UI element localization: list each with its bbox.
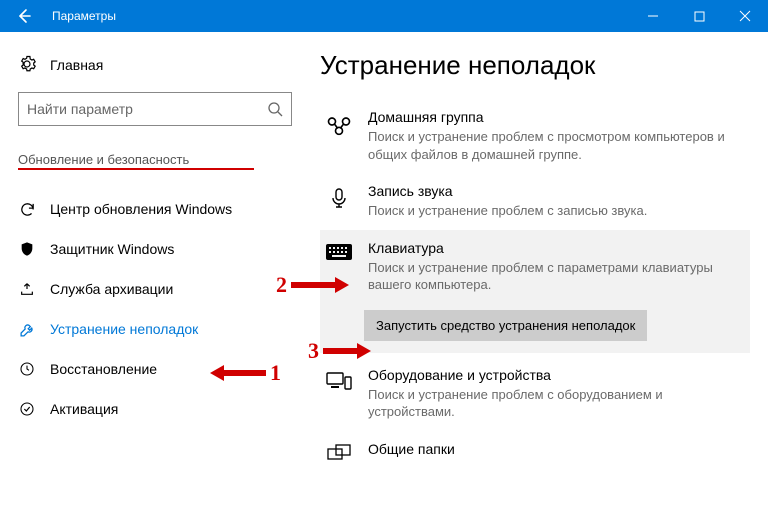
close-button[interactable]	[722, 0, 768, 32]
item-heading: Домашняя группа	[368, 109, 742, 125]
clock-icon	[18, 361, 36, 377]
devices-icon	[322, 367, 356, 421]
sidebar: Главная Найти параметр Обновление и безо…	[0, 32, 310, 508]
wrench-icon	[18, 321, 36, 338]
history-arrow-icon	[18, 281, 36, 297]
page-title: Устранение неполадок	[320, 50, 750, 81]
homegroup-icon	[322, 109, 356, 163]
gear-icon	[18, 55, 36, 76]
item-heading: Оборудование и устройства	[368, 367, 742, 383]
annotation-number-3: 3	[308, 338, 319, 364]
item-heading: Клавиатура	[368, 240, 742, 256]
folders-icon	[322, 441, 356, 465]
close-icon	[739, 10, 751, 22]
sidebar-item-defender[interactable]: Защитник Windows	[18, 229, 292, 269]
sidebar-section-title: Обновление и безопасность	[18, 152, 292, 167]
keyboard-icon	[322, 240, 356, 294]
troubleshoot-item-recording[interactable]: Запись звука Поиск и устранение проблем …	[320, 173, 750, 230]
item-description: Поиск и устранение проблем с просмотром …	[368, 128, 742, 163]
sidebar-item-label: Центр обновления Windows	[50, 201, 232, 217]
sidebar-item-windows-update[interactable]: Центр обновления Windows	[18, 189, 292, 229]
annotation-underline	[18, 168, 254, 170]
content-area: Главная Найти параметр Обновление и безо…	[0, 32, 768, 508]
troubleshoot-item-shared-folders[interactable]: Общие папки	[320, 431, 750, 475]
sync-icon	[18, 201, 36, 218]
sidebar-item-activation[interactable]: Активация	[18, 389, 292, 429]
maximize-button[interactable]	[676, 0, 722, 32]
sidebar-item-label: Служба архивации	[50, 281, 173, 297]
sidebar-item-label: Устранение неполадок	[50, 321, 198, 337]
microphone-icon	[322, 183, 356, 220]
troubleshoot-item-keyboard[interactable]: Клавиатура Поиск и устранение проблем с …	[320, 230, 750, 304]
sidebar-item-backup[interactable]: Служба архивации	[18, 269, 292, 309]
item-description: Поиск и устранение проблем с записью зву…	[368, 202, 742, 220]
back-button[interactable]	[0, 0, 48, 32]
item-heading: Общие папки	[368, 441, 742, 457]
minimize-icon	[647, 10, 659, 22]
sidebar-item-label: Защитник Windows	[50, 241, 174, 257]
sidebar-home[interactable]: Главная	[18, 48, 292, 82]
sidebar-item-troubleshoot[interactable]: Устранение неполадок	[18, 309, 292, 349]
sidebar-home-label: Главная	[50, 57, 103, 73]
troubleshoot-item-homegroup[interactable]: Домашняя группа Поиск и устранение пробл…	[320, 99, 750, 173]
minimize-button[interactable]	[630, 0, 676, 32]
search-placeholder: Найти параметр	[27, 101, 267, 117]
run-button-label: Запустить средство устранения неполадок	[376, 318, 635, 333]
sidebar-item-recovery[interactable]: Восстановление	[18, 349, 292, 389]
titlebar: Параметры	[0, 0, 768, 32]
search-input[interactable]: Найти параметр	[18, 92, 292, 126]
maximize-icon	[694, 11, 705, 22]
arrow-left-icon	[16, 8, 32, 24]
main-panel: Устранение неполадок Домашняя группа Пои…	[310, 32, 768, 508]
item-description: Поиск и устранение проблем с оборудовани…	[368, 386, 742, 421]
sidebar-item-label: Активация	[50, 401, 118, 417]
troubleshoot-item-hardware[interactable]: Оборудование и устройства Поиск и устран…	[320, 357, 750, 431]
shield-icon	[18, 241, 36, 257]
search-icon	[267, 101, 283, 117]
key-check-icon	[18, 401, 36, 417]
sidebar-item-label: Восстановление	[50, 361, 157, 377]
item-heading: Запись звука	[368, 183, 742, 199]
window-title: Параметры	[48, 9, 630, 23]
run-troubleshooter-button[interactable]: Запустить средство устранения неполадок	[364, 310, 647, 341]
item-description: Поиск и устранение проблем с параметрами…	[368, 259, 742, 294]
